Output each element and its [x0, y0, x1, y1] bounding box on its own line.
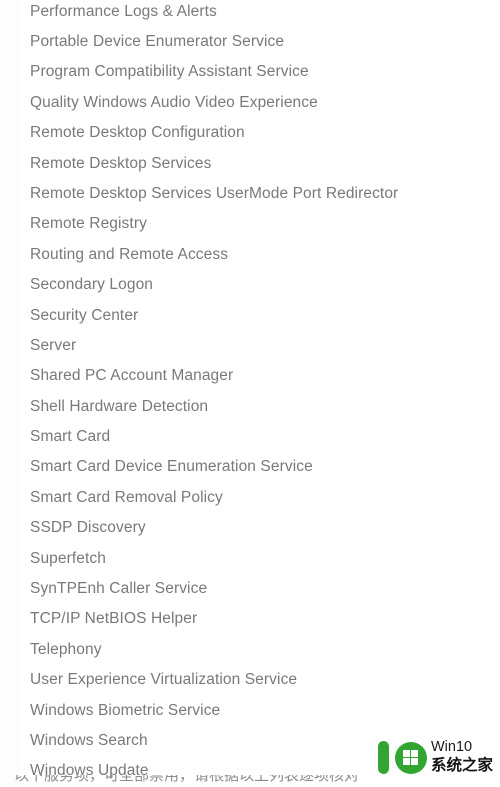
list-item[interactable]: Routing and Remote Access — [0, 240, 500, 270]
list-item[interactable]: Windows Biometric Service — [0, 696, 500, 726]
clipped-footer-note-text: 以下服务项，可全部禁用，请根据以上列表逐项核对 — [14, 775, 360, 784]
list-item[interactable]: Remote Desktop Configuration — [0, 118, 500, 148]
list-item[interactable]: Program Compatibility Assistant Service — [0, 57, 500, 87]
list-item[interactable]: Performance Logs & Alerts — [0, 0, 500, 27]
list-item[interactable]: Remote Registry — [0, 209, 500, 239]
list-item[interactable]: Shared PC Account Manager — [0, 361, 500, 391]
list-item[interactable]: TCP/IP NetBIOS Helper — [0, 604, 500, 634]
list-item[interactable]: Remote Desktop Services — [0, 149, 500, 179]
list-item[interactable]: Secondary Logon — [0, 270, 500, 300]
windows-flag-pane — [411, 749, 418, 757]
windows-flag-icon — [403, 749, 419, 766]
list-item[interactable]: Shell Hardware Detection — [0, 392, 500, 422]
list-item[interactable]: Security Center — [0, 301, 500, 331]
list-item[interactable]: Smart Card — [0, 422, 500, 452]
list-item[interactable]: Superfetch — [0, 544, 500, 574]
list-item[interactable]: Server — [0, 331, 500, 361]
windows-flag-pane — [411, 757, 418, 765]
list-item[interactable]: User Experience Virtualization Service — [0, 665, 500, 695]
watermark-site-line: 系统之家 — [431, 755, 494, 774]
windows-flag-pane — [403, 757, 410, 765]
list-item[interactable]: Smart Card Device Enumeration Service — [0, 452, 500, 482]
list-item[interactable]: SynTPEnh Caller Service — [0, 574, 500, 604]
watermark-brand-line: Win10 — [431, 739, 473, 755]
list-item[interactable]: Quality Windows Audio Video Experience — [0, 88, 500, 118]
services-list[interactable]: Performance Logs & Alerts Portable Device… — [0, 0, 500, 787]
list-item[interactable]: Telephony — [0, 635, 500, 665]
list-item[interactable]: Remote Desktop Services UserMode Port Re… — [0, 179, 500, 209]
letter-i-bar-icon — [378, 740, 389, 774]
clipped-footer-note: 以下服务项，可全部禁用，请根据以上列表逐项核对 — [0, 775, 370, 784]
watermark-logo — [374, 736, 430, 778]
watermark-text: Win10 系统之家 — [431, 740, 493, 773]
windows-flag-pane — [403, 750, 410, 758]
list-item[interactable]: SSDP Discovery — [0, 513, 500, 543]
watermark: Win10 系统之家 — [374, 729, 500, 784]
list-item[interactable]: Smart Card Removal Policy — [0, 483, 500, 513]
list-item[interactable]: Portable Device Enumerator Service — [0, 27, 500, 57]
